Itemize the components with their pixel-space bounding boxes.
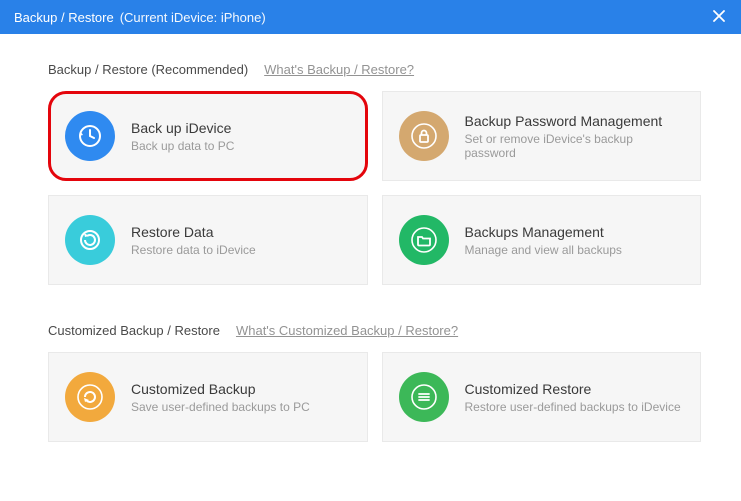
- card-title: Backups Management: [465, 224, 622, 240]
- close-button[interactable]: [697, 0, 741, 34]
- card-subtitle: Restore data to iDevice: [131, 243, 256, 257]
- card-title: Restore Data: [131, 224, 256, 240]
- card-subtitle: Back up data to PC: [131, 139, 234, 153]
- content-area: Backup / Restore (Recommended) What's Ba…: [0, 34, 741, 500]
- lock-icon: [399, 111, 449, 161]
- cycle-arrow-icon: [65, 372, 115, 422]
- card-subtitle: Restore user-defined backups to iDevice: [465, 400, 681, 414]
- customized-backup-card[interactable]: Customized Backup Save user-defined back…: [48, 352, 368, 442]
- customized-grid: Customized Backup Save user-defined back…: [48, 352, 701, 442]
- clock-back-icon: [65, 111, 115, 161]
- customized-restore-card[interactable]: Customized Restore Restore user-defined …: [382, 352, 702, 442]
- card-title: Back up iDevice: [131, 120, 234, 136]
- restore-arrow-icon: [65, 215, 115, 265]
- current-device: (Current iDevice: iPhone): [120, 10, 266, 25]
- card-subtitle: Save user-defined backups to PC: [131, 400, 310, 414]
- customized-section-header: Customized Backup / Restore What's Custo…: [48, 323, 701, 338]
- list-icon: [399, 372, 449, 422]
- section-label: Backup / Restore (Recommended): [48, 62, 248, 77]
- card-subtitle: Set or remove iDevice's backup password: [465, 132, 685, 160]
- backup-password-card[interactable]: Backup Password Management Set or remove…: [382, 91, 702, 181]
- backups-management-card[interactable]: Backups Management Manage and view all b…: [382, 195, 702, 285]
- card-subtitle: Manage and view all backups: [465, 243, 622, 257]
- title-text: Backup / Restore: [14, 10, 114, 25]
- backup-idevice-card[interactable]: Back up iDevice Back up data to PC: [48, 91, 368, 181]
- card-title: Customized Restore: [465, 381, 681, 397]
- folder-icon: [399, 215, 449, 265]
- card-title: Backup Password Management: [465, 113, 685, 129]
- whats-customized-link[interactable]: What's Customized Backup / Restore?: [236, 323, 458, 338]
- close-icon: [713, 10, 725, 25]
- titlebar: Backup / Restore (Current iDevice: iPhon…: [0, 0, 741, 34]
- whats-backup-restore-link[interactable]: What's Backup / Restore?: [264, 62, 414, 77]
- recommended-section-header: Backup / Restore (Recommended) What's Ba…: [48, 62, 701, 77]
- section-label: Customized Backup / Restore: [48, 323, 220, 338]
- restore-data-card[interactable]: Restore Data Restore data to iDevice: [48, 195, 368, 285]
- recommended-grid: Back up iDevice Back up data to PC Backu…: [48, 91, 701, 285]
- card-title: Customized Backup: [131, 381, 310, 397]
